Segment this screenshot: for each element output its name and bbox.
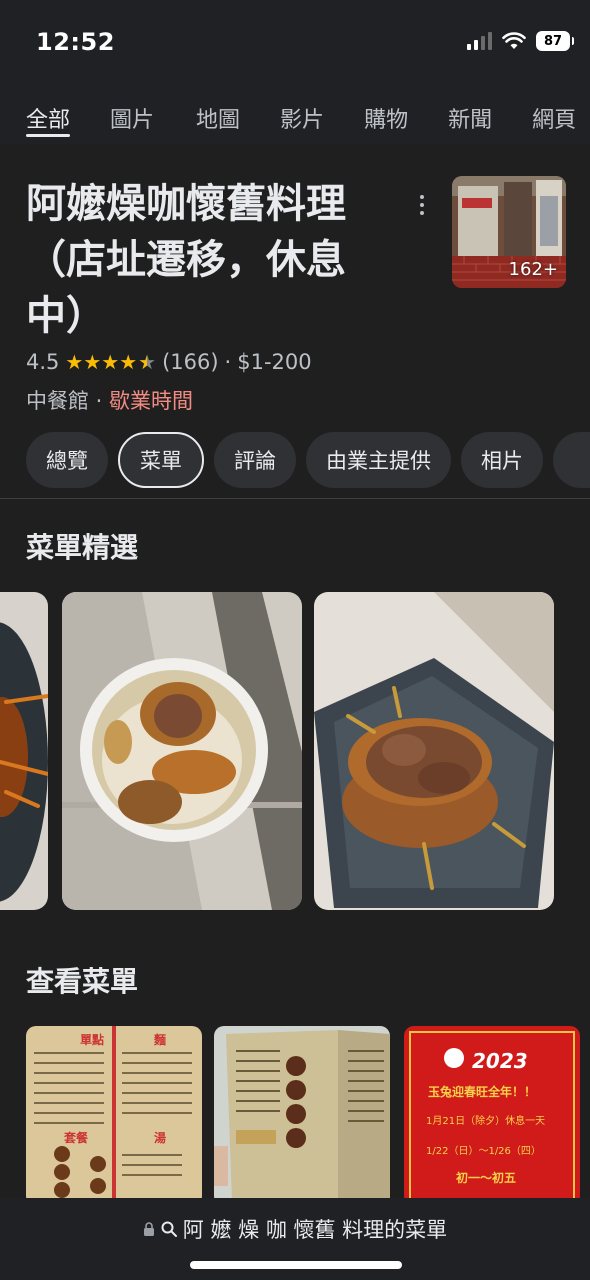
tab-shopping[interactable]: 購物 <box>364 80 408 144</box>
search-tabs: 全部 圖片 地圖 影片 購物 新聞 網頁 <box>0 80 590 144</box>
wifi-icon <box>502 32 526 49</box>
divider <box>0 498 590 499</box>
menu-heading-single: 單點 <box>80 1032 104 1047</box>
search-icon <box>161 1221 177 1237</box>
menu-photo-braised-pork[interactable] <box>314 592 554 910</box>
chip-photos[interactable]: 相片 <box>461 432 543 488</box>
separator-dot: · <box>89 389 110 413</box>
chip-next[interactable] <box>553 432 590 488</box>
featured-menu-heading: 菜單精選 <box>26 531 139 564</box>
menu-book-image <box>214 1026 390 1206</box>
tab-web[interactable]: 網頁 <box>532 80 576 144</box>
hours-status-link[interactable]: 歇業時間 <box>109 389 193 413</box>
business-category: 中餐館 <box>26 389 89 413</box>
review-count[interactable]: (166) <box>162 350 218 374</box>
category-row: 中餐館 · 歇業時間 <box>26 385 193 415</box>
notice-line-3: 1/22（日）～1/26（四） <box>426 1145 541 1157</box>
section-chips: 總覽 菜單 評論 由業主提供 相片 <box>26 432 590 488</box>
rating-value: 4.5 <box>26 350 60 374</box>
tab-maps[interactable]: 地圖 <box>196 80 240 144</box>
view-menu-heading: 查看菜單 <box>26 965 139 998</box>
menu-image-1[interactable]: 單點 麵 套餐 湯 <box>26 1026 202 1206</box>
status-icons: 87 <box>467 31 574 51</box>
battery-icon: 87 <box>536 31 574 51</box>
half-star: ★ <box>138 350 157 374</box>
browser-url-bar[interactable]: 阿 嬤 燥 咖 懷舊 料理的菜單 <box>0 1198 590 1280</box>
menu-heading-set-meal: 套餐 <box>63 1130 89 1145</box>
status-bar: 12:52 87 <box>0 0 590 80</box>
menu-image-2[interactable] <box>214 1026 390 1206</box>
menu-board-image: 單點 麵 套餐 湯 <box>26 1026 202 1206</box>
chip-reviews[interactable]: 評論 <box>214 432 296 488</box>
tab-images[interactable]: 圖片 <box>110 80 154 144</box>
more-options-icon[interactable] <box>414 190 430 220</box>
lock-icon <box>143 1222 154 1236</box>
business-title: 阿嬤燥咖懷舊料理（店址遷移，休息中） <box>26 181 346 339</box>
storefront-photo[interactable]: 162+ <box>452 176 566 288</box>
menu-image-3[interactable]: 2023 玉兔迎春旺全年！！ 1月21日（除夕）休息一天 1/22（日）～1/2… <box>404 1026 580 1206</box>
url-display[interactable]: 阿 嬤 燥 咖 懷舊 料理的菜單 <box>0 1214 590 1244</box>
notice-line-1: 玉兔迎春旺全年！！ <box>428 1084 536 1099</box>
menu-photo-rice-bowl[interactable] <box>62 592 302 910</box>
menu-heading-soup: 湯 <box>154 1130 166 1145</box>
tab-all[interactable]: 全部 <box>26 80 71 144</box>
notice-year: 2023 <box>472 1049 528 1073</box>
notice-line-2: 1月21日（除夕）休息一天 <box>426 1114 545 1127</box>
home-indicator[interactable] <box>190 1261 402 1269</box>
separator-dot: · <box>224 350 232 374</box>
chip-overview[interactable]: 總覽 <box>26 432 108 488</box>
food-image <box>62 592 302 910</box>
chip-menu[interactable]: 菜單 <box>118 432 204 488</box>
menu-heading-noodles: 麵 <box>153 1032 166 1047</box>
food-image <box>314 592 554 910</box>
food-image <box>0 592 48 910</box>
status-time: 12:52 <box>36 28 115 56</box>
cellular-signal-icon <box>467 32 492 50</box>
photo-count: 162+ <box>508 259 558 280</box>
star-rating-icon: ★★★★ ★ <box>65 350 156 374</box>
url-query-text: 阿 嬤 燥 咖 懷舊 料理的菜單 <box>182 1218 448 1242</box>
chip-from-owner[interactable]: 由業主提供 <box>306 432 451 488</box>
notice-line-4: 初一～初五 <box>456 1170 516 1185</box>
full-stars: ★★★★ <box>65 350 138 374</box>
menu-photo-partial[interactable] <box>0 592 48 910</box>
rating-row: 4.5 ★★★★ ★ (166) · $1-200 <box>26 350 312 374</box>
new-year-notice-image: 2023 玉兔迎春旺全年！！ 1月21日（除夕）休息一天 1/22（日）～1/2… <box>404 1026 580 1206</box>
tab-videos[interactable]: 影片 <box>280 80 324 144</box>
price-range: $1-200 <box>237 350 312 374</box>
tab-news[interactable]: 新聞 <box>448 80 492 144</box>
